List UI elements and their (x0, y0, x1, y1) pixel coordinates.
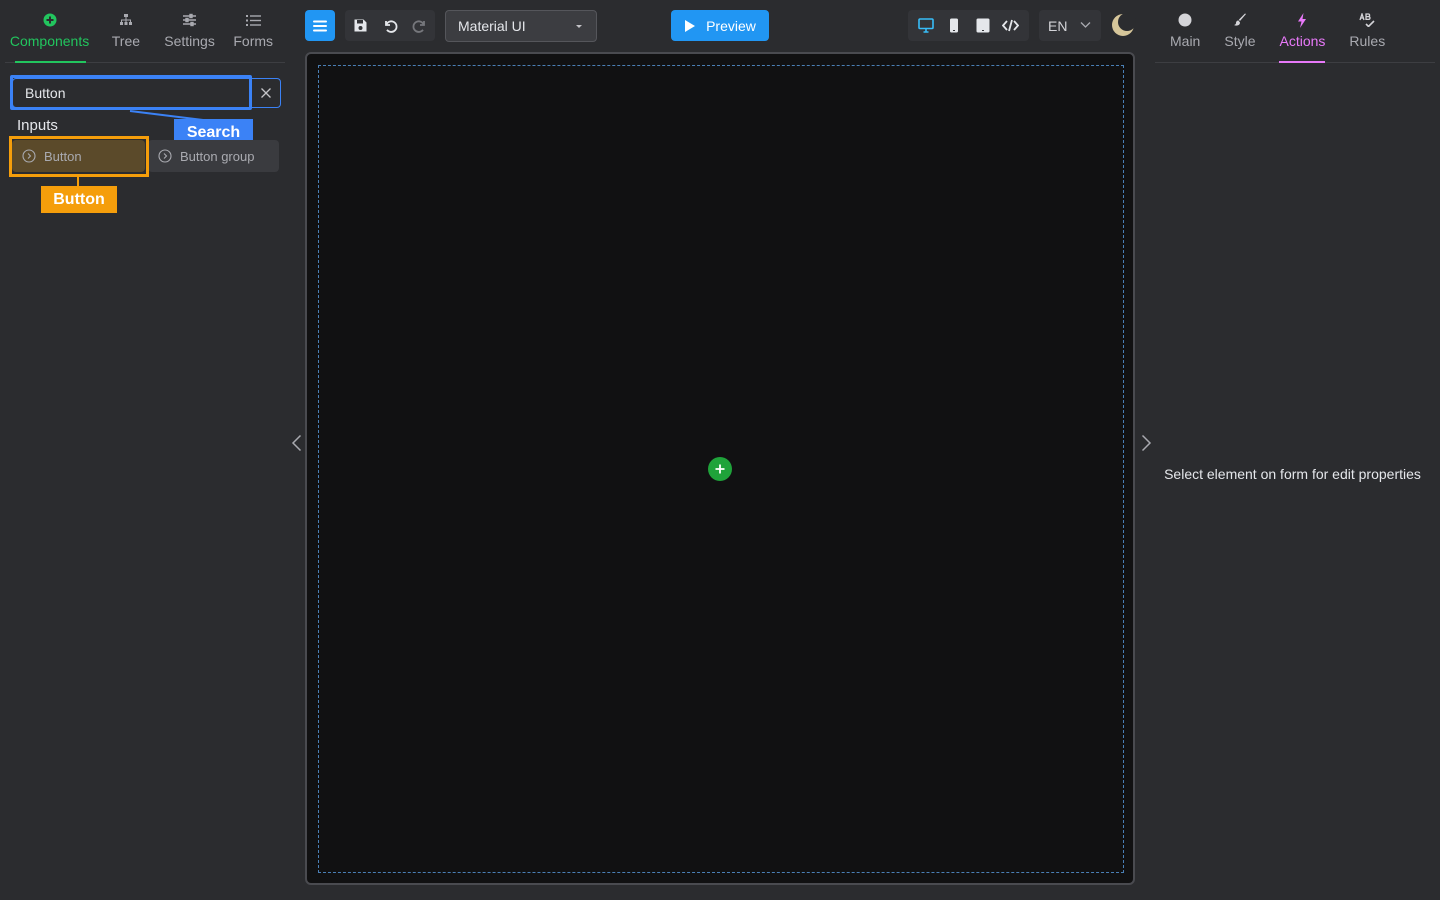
sliders-icon (182, 12, 198, 28)
button-highlight-label: Button (41, 186, 117, 213)
close-icon (260, 88, 271, 98)
components-panel: Components Tree Settings Forms Search (0, 0, 290, 900)
search-box (12, 78, 281, 108)
tab-main[interactable]: Main (1170, 0, 1200, 62)
sitemap-icon (118, 12, 134, 28)
preview-label: Preview (706, 17, 756, 34)
plus-circle-icon (42, 12, 58, 28)
redo-button[interactable] (405, 10, 435, 41)
tab-actions[interactable]: Actions (1279, 0, 1326, 63)
tablet-icon (976, 18, 990, 33)
chevron-left-icon (291, 434, 301, 452)
mobile-icon (950, 18, 959, 33)
undo-icon (385, 19, 398, 33)
component-button[interactable]: Button (12, 140, 145, 172)
chevron-down-icon (1080, 22, 1091, 28)
tab-label: Forms (233, 33, 274, 49)
tab-settings[interactable]: Settings (158, 0, 222, 62)
tab-label: Actions (1279, 33, 1326, 49)
tab-label: Settings (164, 33, 215, 49)
bolt-icon (1294, 12, 1310, 28)
device-toolbar (908, 10, 1029, 41)
tab-forms[interactable]: Forms (221, 0, 285, 62)
tab-label: Components (9, 33, 90, 49)
chevron-circle-icon (22, 149, 36, 163)
menu-button[interactable] (305, 10, 335, 41)
tablet-view-button[interactable] (969, 12, 997, 40)
add-element-button[interactable] (708, 457, 732, 481)
hamburger-icon (313, 20, 327, 31)
spellcheck-icon (1359, 12, 1375, 28)
moon-icon (1112, 13, 1136, 36)
dark-mode-toggle[interactable] (1110, 12, 1136, 38)
save-button[interactable] (345, 10, 375, 41)
button-highlight-connector (77, 177, 79, 186)
component-group-title: Inputs (17, 117, 58, 134)
brush-icon (1232, 12, 1248, 28)
component-button-group[interactable]: Button group (148, 140, 279, 172)
tab-label: Tree (111, 33, 141, 49)
tab-label: Style (1224, 33, 1256, 49)
language-select[interactable]: EN (1039, 10, 1101, 41)
theme-select[interactable]: Material UI (445, 10, 597, 42)
search-input[interactable] (13, 79, 251, 107)
mobile-view-button[interactable] (940, 12, 968, 40)
collapse-left-panel-button[interactable] (288, 432, 304, 454)
collapse-right-panel-button[interactable] (1138, 432, 1154, 454)
code-icon (1002, 19, 1020, 32)
undo-button[interactable] (375, 10, 405, 41)
code-view-button[interactable] (997, 12, 1025, 40)
play-icon (684, 19, 696, 33)
desktop-view-button[interactable] (912, 12, 940, 40)
properties-empty-hint: Select element on form for edit properti… (1164, 466, 1421, 482)
tab-tree[interactable]: Tree (94, 0, 158, 62)
plus-icon (715, 464, 725, 474)
left-tabbar: Components Tree Settings Forms (5, 0, 285, 63)
chevron-right-icon (1141, 434, 1151, 452)
caret-down-icon (576, 25, 582, 28)
theme-select-value: Material UI (458, 18, 526, 34)
tab-rules[interactable]: Rules (1349, 0, 1385, 62)
tab-components[interactable]: Components (5, 0, 94, 63)
desktop-icon (918, 18, 934, 33)
tab-style[interactable]: Style (1224, 0, 1255, 62)
edit-toolbar (345, 10, 435, 41)
component-label: Button (44, 148, 82, 164)
chevron-circle-icon (158, 149, 172, 163)
preview-button[interactable]: Preview (671, 10, 769, 41)
tab-label: Rules (1349, 33, 1386, 49)
save-icon (354, 19, 366, 32)
tab-label: Main (1170, 33, 1201, 49)
component-label: Button group (180, 148, 255, 164)
redo-icon (412, 19, 425, 33)
language-value: EN (1048, 17, 1068, 34)
list-icon (245, 12, 261, 28)
circle-icon (1177, 12, 1193, 28)
clear-search-button[interactable] (250, 79, 280, 107)
properties-tabbar: Main Style Actions Rules (1155, 0, 1435, 63)
